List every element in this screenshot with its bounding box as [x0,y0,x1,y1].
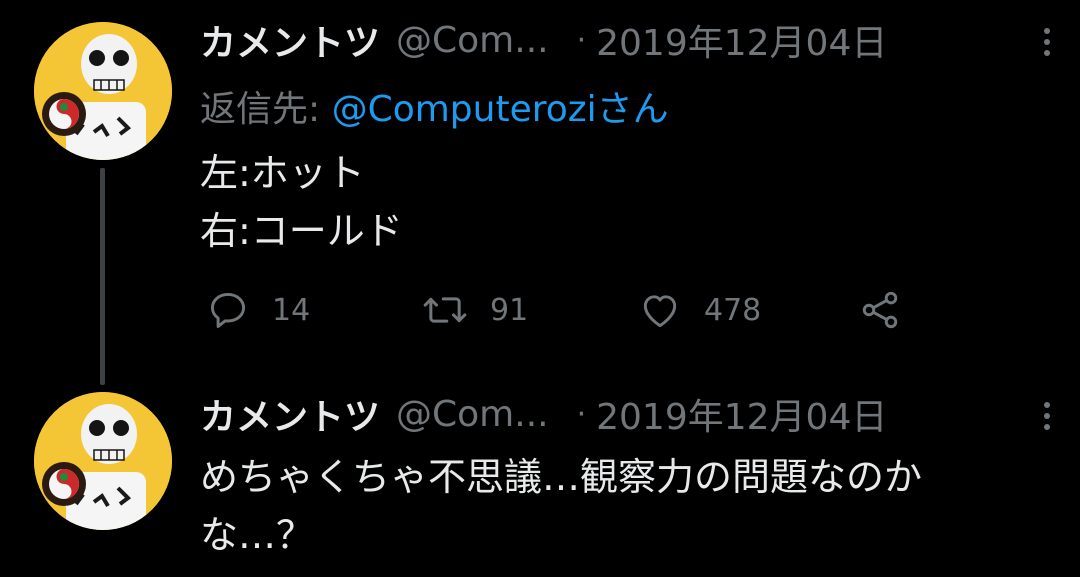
tweet-header: カメントツ @Com... · 2019年12月04日 [200,388,1060,440]
tweet-2[interactable]: カメントツ @Com... · 2019年12月04日 めちゃくちゃ不思議…観察… [0,380,1080,577]
tweet-date[interactable]: 2019年12月04日 [596,388,887,440]
tweet-text-line: めちゃくちゃ不思議…観察力の問題なのか [200,455,923,499]
reply-count: 14 [272,292,311,328]
tweet-date[interactable]: 2019年12月04日 [596,14,887,66]
more-options-icon[interactable] [1042,28,1052,62]
retweet-count: 91 [490,292,529,328]
action-bar: 14 91 478 [200,286,920,334]
tweet-text: 左:ホット 右:コールド [200,144,1050,260]
avatar[interactable] [34,392,172,530]
more-options-icon[interactable] [1042,402,1052,436]
tweet-1[interactable]: カメントツ @Com... · 2019年12月04日 返信先: @Comput… [0,0,1080,385]
tweet-text: めちゃくちゃ不思議…観察力の問題なのか な…？ [200,448,1050,564]
author-handle[interactable]: @Com... [396,20,549,61]
reply-mention-link[interactable]: @Computeroziさん [332,89,669,130]
speech-bubble-icon [210,292,246,328]
retweet-button[interactable]: 91 [422,286,528,334]
heart-icon [643,295,677,328]
tweet-text-line: 左:ホット [200,151,365,195]
tweet-header: カメントツ @Com... · 2019年12月04日 [200,14,1060,66]
reply-to-label: 返信先: [200,89,332,130]
like-button[interactable]: 478 [638,286,761,334]
reply-to-line: 返信先: @Computeroziさん [200,80,669,132]
author-name[interactable]: カメントツ [200,388,380,440]
tweet-text-line: な…？ [200,513,315,557]
avatar[interactable] [34,22,172,160]
reply-button[interactable]: 14 [206,286,310,334]
share-nodes-icon [862,291,898,329]
retweet-arrows-icon [423,297,467,323]
thread-connector-line [100,168,105,385]
tweet-text-line: 右:コールド [200,209,403,253]
header-separator: · [576,22,587,58]
author-name[interactable]: カメントツ [200,14,380,66]
like-count: 478 [704,292,762,328]
avatar-image [34,392,172,530]
avatar-image [34,22,172,160]
header-separator: · [576,396,587,432]
share-button[interactable] [858,286,902,334]
author-handle[interactable]: @Com... [396,394,549,435]
